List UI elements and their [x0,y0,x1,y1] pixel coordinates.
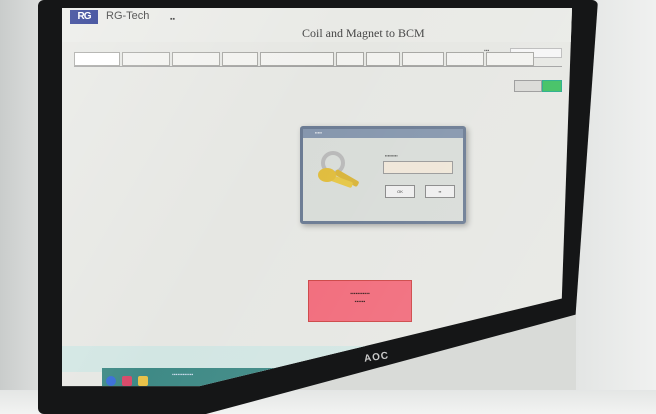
page-title: Coil and Magnet to BCM [302,26,425,40]
cancel-button[interactable]: ▪▪ [425,185,455,198]
tab-divider [74,66,562,67]
login-dialog: ▪▪▪▪▪ ▪▪▪▪▪▪▪▪▪ OK ▪▪ [300,126,466,224]
tab-bar [74,52,534,66]
tab-3[interactable] [172,52,220,66]
secondary-button[interactable] [514,80,542,92]
background-wall-left [0,0,40,414]
dialog-title: ▪▪▪▪▪ [315,130,323,135]
windows-start-icon[interactable] [106,376,116,386]
tab-4[interactable] [222,52,258,66]
browser-icon[interactable] [122,376,132,386]
warning-message-box: ▪▪▪▪▪▪▪▪▪▪▪ ▪▪▪▪▪▪ [308,280,412,322]
dialog-titlebar[interactable]: ▪▪▪▪▪ [303,129,463,138]
keys-icon [318,151,359,188]
password-prompt: ▪▪▪▪▪▪▪▪▪ [385,153,398,158]
tab-2[interactable] [122,52,170,66]
tab-9[interactable] [446,52,484,66]
folder-icon[interactable] [138,376,148,386]
company-logo: RG [70,10,98,24]
taskbar-window-label[interactable]: ▪▪▪▪▪▪▪▪▪▪▪▪ [172,372,193,378]
language-selector[interactable]: ▪▪ [170,16,175,23]
tab-1[interactable] [74,52,120,66]
ok-button[interactable]: OK [385,185,415,198]
app-header: RG RG-Tech ▪▪ Coil and Magnet to BCM [62,8,572,42]
monitor-screen: RG RG-Tech ▪▪ Coil and Magnet to BCM ▪▪▪… [62,8,572,387]
status-indicator-button[interactable] [542,80,562,92]
tab-6[interactable] [336,52,364,66]
warning-text-line-2: ▪▪▪▪▪▪ [354,299,366,305]
tab-8[interactable] [402,52,444,66]
warning-text-line-1: ▪▪▪▪▪▪▪▪▪▪▪ [350,291,370,297]
password-field[interactable] [383,161,453,174]
tab-10[interactable] [486,52,534,66]
brand-name: RG-Tech [106,10,150,22]
tab-5[interactable] [260,52,334,66]
tab-7[interactable] [366,52,400,66]
